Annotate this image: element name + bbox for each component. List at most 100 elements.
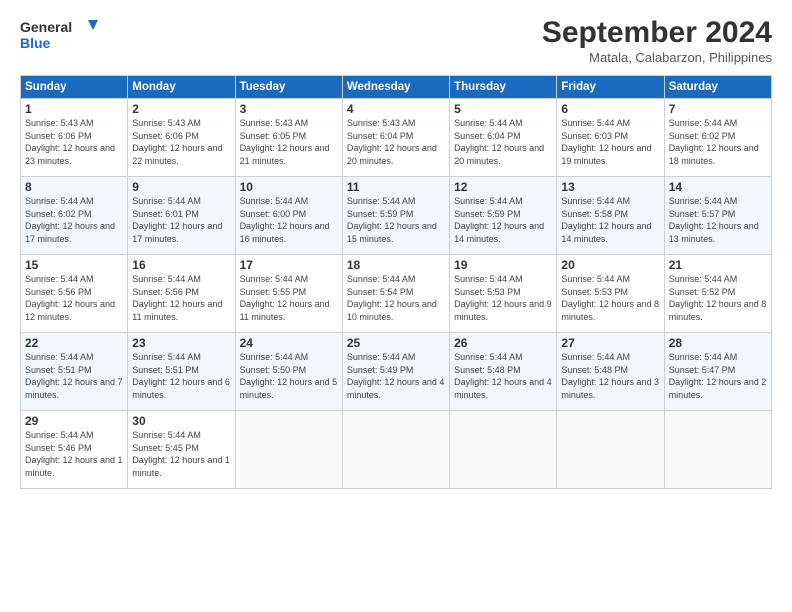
day-number: 7 xyxy=(669,102,767,116)
calendar-header-thursday: Thursday xyxy=(450,76,557,99)
calendar-cell: 18 Sunrise: 5:44 AMSunset: 5:54 PMDaylig… xyxy=(342,255,449,333)
calendar-cell: 7 Sunrise: 5:44 AMSunset: 6:02 PMDayligh… xyxy=(664,99,771,177)
day-info: Sunrise: 5:44 AMSunset: 5:49 PMDaylight:… xyxy=(347,352,445,400)
day-number: 3 xyxy=(240,102,338,116)
day-number: 18 xyxy=(347,258,445,272)
calendar-header-row: SundayMondayTuesdayWednesdayThursdayFrid… xyxy=(21,76,772,99)
day-info: Sunrise: 5:44 AMSunset: 5:47 PMDaylight:… xyxy=(669,352,767,400)
day-number: 21 xyxy=(669,258,767,272)
day-number: 12 xyxy=(454,180,552,194)
day-info: Sunrise: 5:44 AMSunset: 6:01 PMDaylight:… xyxy=(132,196,222,244)
day-info: Sunrise: 5:44 AMSunset: 5:50 PMDaylight:… xyxy=(240,352,338,400)
calendar-header-friday: Friday xyxy=(557,76,664,99)
day-number: 19 xyxy=(454,258,552,272)
calendar-week-2: 8 Sunrise: 5:44 AMSunset: 6:02 PMDayligh… xyxy=(21,177,772,255)
calendar-cell: 9 Sunrise: 5:44 AMSunset: 6:01 PMDayligh… xyxy=(128,177,235,255)
calendar-cell: 29 Sunrise: 5:44 AMSunset: 5:46 PMDaylig… xyxy=(21,411,128,489)
day-info: Sunrise: 5:44 AMSunset: 6:02 PMDaylight:… xyxy=(669,118,759,166)
calendar-cell xyxy=(342,411,449,489)
calendar-cell xyxy=(557,411,664,489)
calendar-cell: 20 Sunrise: 5:44 AMSunset: 5:53 PMDaylig… xyxy=(557,255,664,333)
day-number: 6 xyxy=(561,102,659,116)
header: General Blue September 2024 Matala, Cala… xyxy=(20,16,772,65)
day-number: 16 xyxy=(132,258,230,272)
day-number: 26 xyxy=(454,336,552,350)
day-info: Sunrise: 5:44 AMSunset: 5:46 PMDaylight:… xyxy=(25,430,123,478)
day-number: 22 xyxy=(25,336,123,350)
day-info: Sunrise: 5:44 AMSunset: 5:59 PMDaylight:… xyxy=(454,196,544,244)
day-number: 30 xyxy=(132,414,230,428)
day-info: Sunrise: 5:44 AMSunset: 5:56 PMDaylight:… xyxy=(25,274,115,322)
day-number: 2 xyxy=(132,102,230,116)
calendar-cell xyxy=(664,411,771,489)
calendar-cell: 15 Sunrise: 5:44 AMSunset: 5:56 PMDaylig… xyxy=(21,255,128,333)
calendar-cell: 23 Sunrise: 5:44 AMSunset: 5:51 PMDaylig… xyxy=(128,333,235,411)
day-number: 23 xyxy=(132,336,230,350)
day-number: 5 xyxy=(454,102,552,116)
day-number: 4 xyxy=(347,102,445,116)
day-info: Sunrise: 5:44 AMSunset: 6:03 PMDaylight:… xyxy=(561,118,651,166)
logo: General Blue xyxy=(20,16,100,54)
day-info: Sunrise: 5:44 AMSunset: 5:48 PMDaylight:… xyxy=(454,352,552,400)
day-info: Sunrise: 5:44 AMSunset: 6:02 PMDaylight:… xyxy=(25,196,115,244)
calendar-cell: 28 Sunrise: 5:44 AMSunset: 5:47 PMDaylig… xyxy=(664,333,771,411)
day-number: 8 xyxy=(25,180,123,194)
day-info: Sunrise: 5:44 AMSunset: 6:04 PMDaylight:… xyxy=(454,118,544,166)
day-number: 14 xyxy=(669,180,767,194)
day-info: Sunrise: 5:44 AMSunset: 5:51 PMDaylight:… xyxy=(132,352,230,400)
day-number: 13 xyxy=(561,180,659,194)
calendar-week-5: 29 Sunrise: 5:44 AMSunset: 5:46 PMDaylig… xyxy=(21,411,772,489)
svg-text:General: General xyxy=(20,19,72,35)
calendar-cell: 30 Sunrise: 5:44 AMSunset: 5:45 PMDaylig… xyxy=(128,411,235,489)
calendar: SundayMondayTuesdayWednesdayThursdayFrid… xyxy=(20,75,772,489)
calendar-cell: 26 Sunrise: 5:44 AMSunset: 5:48 PMDaylig… xyxy=(450,333,557,411)
calendar-cell: 13 Sunrise: 5:44 AMSunset: 5:58 PMDaylig… xyxy=(557,177,664,255)
calendar-cell: 1 Sunrise: 5:43 AMSunset: 6:06 PMDayligh… xyxy=(21,99,128,177)
day-info: Sunrise: 5:43 AMSunset: 6:05 PMDaylight:… xyxy=(240,118,330,166)
calendar-cell: 27 Sunrise: 5:44 AMSunset: 5:48 PMDaylig… xyxy=(557,333,664,411)
title-block: September 2024 Matala, Calabarzon, Phili… xyxy=(542,16,772,65)
day-info: Sunrise: 5:44 AMSunset: 5:53 PMDaylight:… xyxy=(561,274,659,322)
day-number: 11 xyxy=(347,180,445,194)
calendar-header-monday: Monday xyxy=(128,76,235,99)
calendar-cell: 11 Sunrise: 5:44 AMSunset: 5:59 PMDaylig… xyxy=(342,177,449,255)
calendar-cell: 6 Sunrise: 5:44 AMSunset: 6:03 PMDayligh… xyxy=(557,99,664,177)
calendar-cell: 12 Sunrise: 5:44 AMSunset: 5:59 PMDaylig… xyxy=(450,177,557,255)
calendar-cell: 17 Sunrise: 5:44 AMSunset: 5:55 PMDaylig… xyxy=(235,255,342,333)
day-number: 25 xyxy=(347,336,445,350)
day-info: Sunrise: 5:44 AMSunset: 5:57 PMDaylight:… xyxy=(669,196,759,244)
day-number: 27 xyxy=(561,336,659,350)
calendar-week-4: 22 Sunrise: 5:44 AMSunset: 5:51 PMDaylig… xyxy=(21,333,772,411)
page: General Blue September 2024 Matala, Cala… xyxy=(0,0,792,612)
day-info: Sunrise: 5:44 AMSunset: 5:55 PMDaylight:… xyxy=(240,274,330,322)
day-number: 10 xyxy=(240,180,338,194)
calendar-cell: 5 Sunrise: 5:44 AMSunset: 6:04 PMDayligh… xyxy=(450,99,557,177)
day-number: 24 xyxy=(240,336,338,350)
calendar-header-wednesday: Wednesday xyxy=(342,76,449,99)
day-info: Sunrise: 5:44 AMSunset: 5:51 PMDaylight:… xyxy=(25,352,123,400)
calendar-cell: 25 Sunrise: 5:44 AMSunset: 5:49 PMDaylig… xyxy=(342,333,449,411)
calendar-week-1: 1 Sunrise: 5:43 AMSunset: 6:06 PMDayligh… xyxy=(21,99,772,177)
day-number: 1 xyxy=(25,102,123,116)
day-number: 20 xyxy=(561,258,659,272)
logo-icon: General Blue xyxy=(20,16,100,54)
calendar-cell xyxy=(450,411,557,489)
calendar-cell: 10 Sunrise: 5:44 AMSunset: 6:00 PMDaylig… xyxy=(235,177,342,255)
calendar-cell: 22 Sunrise: 5:44 AMSunset: 5:51 PMDaylig… xyxy=(21,333,128,411)
calendar-cell: 2 Sunrise: 5:43 AMSunset: 6:06 PMDayligh… xyxy=(128,99,235,177)
location: Matala, Calabarzon, Philippines xyxy=(542,50,772,65)
day-info: Sunrise: 5:44 AMSunset: 5:45 PMDaylight:… xyxy=(132,430,230,478)
day-number: 15 xyxy=(25,258,123,272)
calendar-week-3: 15 Sunrise: 5:44 AMSunset: 5:56 PMDaylig… xyxy=(21,255,772,333)
day-info: Sunrise: 5:44 AMSunset: 5:56 PMDaylight:… xyxy=(132,274,222,322)
day-info: Sunrise: 5:44 AMSunset: 5:52 PMDaylight:… xyxy=(669,274,767,322)
day-info: Sunrise: 5:44 AMSunset: 5:53 PMDaylight:… xyxy=(454,274,552,322)
calendar-cell: 24 Sunrise: 5:44 AMSunset: 5:50 PMDaylig… xyxy=(235,333,342,411)
calendar-cell: 8 Sunrise: 5:44 AMSunset: 6:02 PMDayligh… xyxy=(21,177,128,255)
day-number: 28 xyxy=(669,336,767,350)
calendar-cell: 14 Sunrise: 5:44 AMSunset: 5:57 PMDaylig… xyxy=(664,177,771,255)
calendar-cell: 21 Sunrise: 5:44 AMSunset: 5:52 PMDaylig… xyxy=(664,255,771,333)
month-title: September 2024 xyxy=(542,16,772,50)
day-info: Sunrise: 5:43 AMSunset: 6:04 PMDaylight:… xyxy=(347,118,437,166)
day-info: Sunrise: 5:44 AMSunset: 6:00 PMDaylight:… xyxy=(240,196,330,244)
